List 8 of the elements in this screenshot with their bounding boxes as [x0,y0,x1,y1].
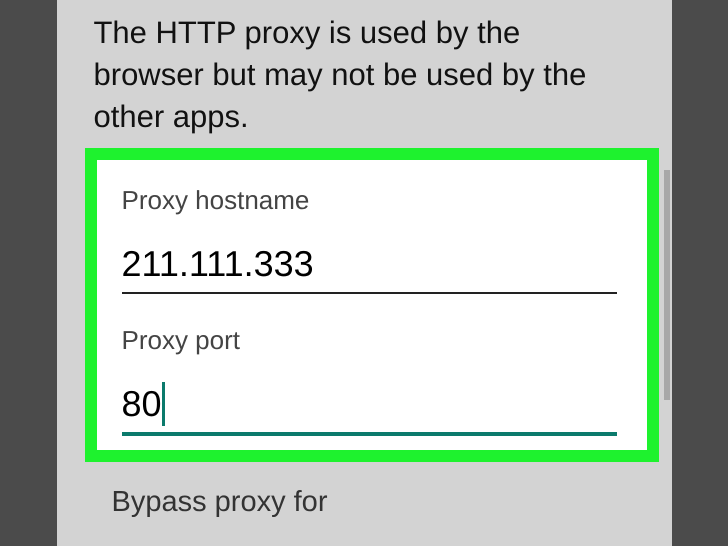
field-label: Proxy hostname [122,184,310,216]
message-text: The HTTP proxy is used by the browser but may not be used by the other apps. [92,14,588,136]
input-field[interactable]: 80 [122,376,616,436]
input-field[interactable]: 211.111.333 [122,236,616,294]
field-label: Proxy port [122,324,241,356]
text-cursor [162,382,165,426]
setting-label: Bypass proxy for [110,485,328,519]
scrollbar[interactable] [664,170,670,400]
